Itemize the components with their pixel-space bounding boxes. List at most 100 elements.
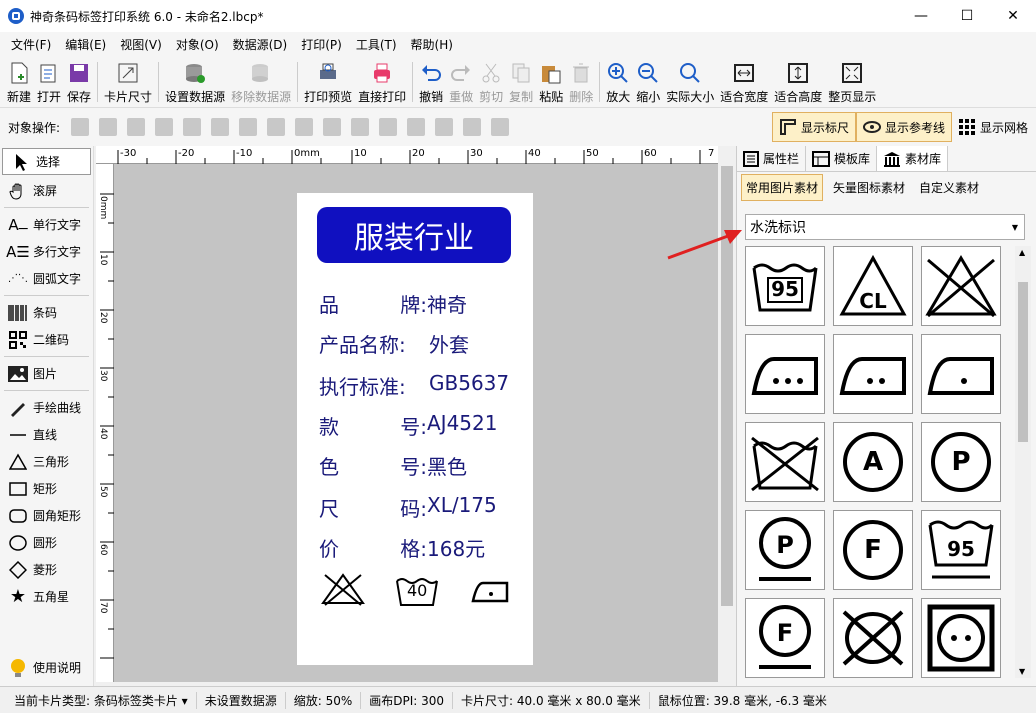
- tab-materials[interactable]: 素材库: [877, 146, 949, 171]
- group-icon[interactable]: [463, 118, 482, 136]
- cut-button[interactable]: 剪切: [476, 56, 506, 108]
- label-card[interactable]: 服装行业 品牌: 神奇 产品名称: 外套 执行标准: GB5637 款号: AJ4521…: [297, 193, 533, 665]
- material-tumble-dry[interactable]: [921, 598, 1001, 678]
- layer-bottom-icon[interactable]: [155, 118, 174, 136]
- material-iron-low[interactable]: [921, 334, 1001, 414]
- material-category-select[interactable]: 水洗标识 ▼: [745, 214, 1025, 240]
- zoom-in-button[interactable]: 放大: [603, 56, 633, 108]
- label-row-price[interactable]: 价格: 168元: [319, 533, 485, 562]
- material-no-dryclean[interactable]: [833, 598, 913, 678]
- tool-freehand[interactable]: 手绘曲线: [0, 394, 93, 421]
- align-center-icon[interactable]: [211, 118, 230, 136]
- material-dryclean-p-gentle[interactable]: P: [745, 510, 825, 590]
- new-button[interactable]: 新建: [4, 56, 34, 108]
- material-bleach-cl[interactable]: CL: [833, 246, 913, 326]
- canvas-scrollbar[interactable]: [718, 146, 736, 682]
- align-middle-icon[interactable]: [351, 118, 370, 136]
- layer-top-icon[interactable]: [99, 118, 118, 136]
- save-button[interactable]: 保存: [64, 56, 94, 108]
- scroll-down-icon[interactable]: ▼: [1019, 667, 1025, 676]
- align-right-icon[interactable]: [239, 118, 258, 136]
- label-row-name[interactable]: 产品名称: 外套: [319, 329, 469, 358]
- ungroup-icon[interactable]: [491, 118, 510, 136]
- material-wash-95-gentle[interactable]: 95: [921, 510, 1001, 590]
- tool-star[interactable]: ★ 五角星: [0, 583, 93, 610]
- align-left-icon[interactable]: [183, 118, 202, 136]
- align-bottom-icon[interactable]: [379, 118, 398, 136]
- close-button[interactable]: ✕: [990, 0, 1036, 32]
- subtab-vector-icons[interactable]: 矢量图标素材: [829, 175, 909, 200]
- card-size-button[interactable]: 卡片尺寸: [101, 56, 155, 108]
- undo-button[interactable]: 撤销: [416, 56, 446, 108]
- distribute-v-icon[interactable]: [407, 118, 426, 136]
- remove-datasource-button[interactable]: 移除数据源: [228, 56, 294, 108]
- menu-view[interactable]: 视图(V): [113, 36, 169, 53]
- tool-barcode[interactable]: 条码: [0, 299, 93, 326]
- material-scroll-thumb[interactable]: [1018, 282, 1028, 442]
- subtab-common-images[interactable]: 常用图片素材: [741, 173, 824, 201]
- fit-page-button[interactable]: 整页显示: [825, 56, 879, 108]
- scroll-up-icon[interactable]: ▲: [1019, 248, 1025, 257]
- paste-button[interactable]: 粘贴: [536, 56, 566, 108]
- material-no-bleach[interactable]: [921, 246, 1001, 326]
- tool-line[interactable]: 直线: [0, 421, 93, 448]
- menu-file[interactable]: 文件(F): [4, 36, 58, 53]
- label-row-brand[interactable]: 品牌: 神奇: [319, 289, 467, 318]
- print-preview-button[interactable]: 打印预览: [301, 56, 355, 108]
- align-top-icon[interactable]: [323, 118, 342, 136]
- tool-select[interactable]: 选择: [2, 148, 91, 175]
- distribute-h-icon[interactable]: [267, 118, 286, 136]
- show-grid-toggle[interactable]: 显示网格: [952, 112, 1034, 142]
- layer-down-icon[interactable]: [127, 118, 146, 136]
- menu-edit[interactable]: 编辑(E): [58, 36, 113, 53]
- show-guides-toggle[interactable]: 显示参考线: [856, 112, 953, 142]
- material-iron-high[interactable]: [745, 334, 825, 414]
- menu-tools[interactable]: 工具(T): [349, 36, 404, 53]
- label-header[interactable]: 服装行业: [317, 207, 511, 263]
- tool-qrcode[interactable]: 二维码: [0, 326, 93, 353]
- tab-properties[interactable]: 属性栏: [737, 146, 807, 171]
- space-v-icon[interactable]: [435, 118, 454, 136]
- tab-templates[interactable]: 模板库: [806, 146, 878, 171]
- delete-button[interactable]: 删除: [566, 56, 596, 108]
- label-row-standard[interactable]: 执行标准: GB5637: [319, 371, 509, 400]
- tool-circle[interactable]: 圆形: [0, 529, 93, 556]
- tool-arc-text[interactable]: ⋰⋱ 圆弧文字: [0, 265, 93, 292]
- iron-icon[interactable]: [467, 575, 511, 605]
- label-row-color[interactable]: 色号: 黑色: [319, 451, 467, 480]
- tool-pan[interactable]: 滚屏: [0, 177, 93, 204]
- canvas-scroll-thumb[interactable]: [721, 166, 733, 606]
- open-button[interactable]: 打开: [34, 56, 64, 108]
- direct-print-button[interactable]: 直接打印: [355, 56, 409, 108]
- menu-print[interactable]: 打印(P): [294, 36, 349, 53]
- fit-height-button[interactable]: 适合高度: [771, 56, 825, 108]
- set-datasource-button[interactable]: 设置数据源: [162, 56, 228, 108]
- tool-rounded-rect[interactable]: 圆角矩形: [0, 502, 93, 529]
- material-no-wash[interactable]: [745, 422, 825, 502]
- label-row-size[interactable]: 尺码: XL/175: [319, 493, 497, 522]
- tool-single-text[interactable]: A __ 单行文字: [0, 211, 93, 238]
- design-canvas[interactable]: 服装行业 品牌: 神奇 产品名称: 外套 执行标准: GB5637 款号: AJ4521…: [114, 164, 718, 682]
- copy-button[interactable]: 复制: [506, 56, 536, 108]
- material-scrollbar[interactable]: ▲ ▼: [1015, 246, 1031, 678]
- menu-datasource[interactable]: 数据源(D): [226, 36, 295, 53]
- tool-triangle[interactable]: 三角形: [0, 448, 93, 475]
- show-ruler-toggle[interactable]: 显示标尺: [772, 112, 857, 142]
- tool-image[interactable]: 图片: [0, 360, 93, 387]
- material-dryclean-f-gentle[interactable]: F: [745, 598, 825, 678]
- fit-width-button[interactable]: 适合宽度: [717, 56, 771, 108]
- status-card-type[interactable]: 当前卡片类型: 条码标签类卡片 ▾: [6, 691, 197, 709]
- label-row-style[interactable]: 款号: AJ4521: [319, 411, 497, 440]
- maximize-button[interactable]: ☐: [944, 0, 990, 32]
- material-dryclean-p[interactable]: P: [921, 422, 1001, 502]
- actual-size-button[interactable]: 实际大小: [663, 56, 717, 108]
- tool-diamond[interactable]: 菱形: [0, 556, 93, 583]
- help-button[interactable]: 使用说明: [0, 654, 92, 681]
- tool-multi-text[interactable]: A☰ 多行文字: [0, 238, 93, 265]
- no-bleach-icon[interactable]: [319, 571, 367, 607]
- zoom-out-button[interactable]: 缩小: [633, 56, 663, 108]
- redo-button[interactable]: 重做: [446, 56, 476, 108]
- material-dryclean-a[interactable]: A: [833, 422, 913, 502]
- minimize-button[interactable]: —: [898, 0, 944, 32]
- subtab-custom[interactable]: 自定义素材: [915, 175, 983, 200]
